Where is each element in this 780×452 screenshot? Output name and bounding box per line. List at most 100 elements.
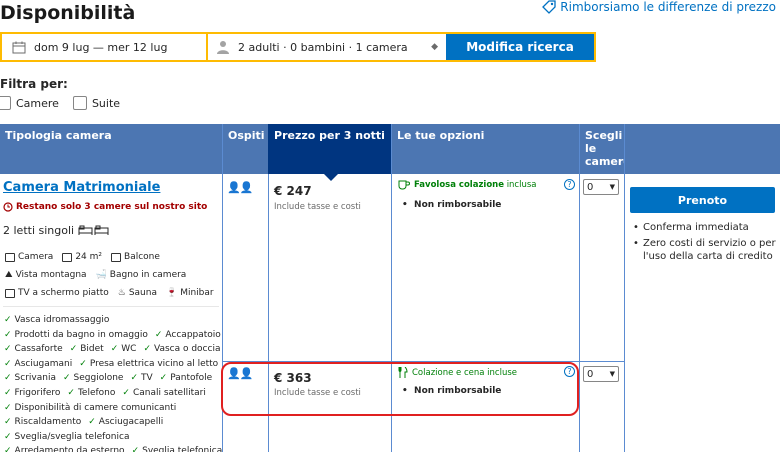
guests-text: 2 adulti · 0 bambini · 1 camera [238,40,408,54]
amenity-item: ✓ Disponibilità di camere comunicanti [4,403,176,413]
urgency-text: Restano solo 3 camere sul nostro sito [16,202,208,212]
checkmark-icon: ✓ [154,329,163,340]
amenity-item: ✓ Scrivania [4,373,56,383]
filter-label: Filtra per: [0,77,68,91]
facility-tv: TV a schermo piatto [5,288,109,298]
facility-bathroom: 🛁 Bagno in camera [95,270,187,280]
checkmark-icon: ✓ [62,373,71,384]
bath-icon: 🛁 [95,270,107,280]
modify-search-button[interactable]: Modifica ricerca [446,34,594,60]
amenity-label: Presa elettrica vicino al letto [89,358,219,369]
amenity-item: ✓ TV [130,373,152,383]
amenity-row: ✓ Riscaldamento ✓ Asciugacapelli [4,415,219,430]
minibar-icon: 🍷 [165,288,178,298]
column-divider [579,124,580,452]
checkmark-icon: ✓ [159,373,168,384]
calendar-icon [12,41,26,53]
filter-camere[interactable]: Camere [0,96,59,110]
checkmark-icon: ✓ [4,402,12,413]
amenity-item: ✓ WC [111,344,137,354]
amenity-item: ✓ Telefono [67,388,115,398]
amenity-item: ✓ Vasca o doccia [143,344,220,354]
amenity-label: Cassaforte [14,344,63,355]
checkbox[interactable] [72,96,87,110]
size-icon [62,252,73,262]
chevron-updown-icon: ◆ [431,42,438,52]
amenity-item: ✓ Presa elettrica vicino al letto [79,359,218,369]
info-icon[interactable]: ? [564,179,575,190]
price-match-link[interactable]: Rimborsiamo le differenze di prezzo [542,0,776,14]
sort-pointer-icon [324,174,338,181]
booking-benefits: Conferma immediata Zero costi di servizi… [633,221,778,266]
amenity-item: ✓ Riscaldamento [4,417,81,427]
checkmark-icon: ✓ [4,387,12,398]
room-name-link[interactable]: Camera Matrimoniale [3,180,160,195]
amenity-item: ✓ Asciugamani [4,359,72,369]
facility-balcony: Balcone [111,252,160,262]
header-choose: Scegli le camere [580,124,631,174]
amenity-row: ✓ Disponibilità di camere comunicanti [4,401,219,416]
facility-sauna: ♨ Sauna [117,288,157,298]
header-room-type: Tipologia camera [0,124,222,174]
checkbox[interactable] [0,96,11,110]
bed-label: 2 letti singoli [3,224,75,237]
checkmark-icon: ✓ [131,446,140,452]
checkmark-icon: ✓ [69,344,78,355]
amenity-item: ✓ Seggiolone [63,373,123,383]
amenity-label: Canali satellitari [132,387,206,398]
facility-row: ⛰ Vista montagna 🛁 Bagno in camera [5,270,186,280]
filter-suite[interactable]: Suite [72,96,120,110]
tag-icon [542,0,556,14]
rate2-room-select[interactable]: 0 ▼ [583,366,619,382]
amenity-row: ✓ Arredamento da esterno ✓ Sveglia telefoni… [4,444,223,452]
room-icon [5,252,15,262]
amenity-label: Riscaldamento [14,417,82,428]
amenity-label: Disponibilità di camere comunicanti [14,402,177,413]
single-bed-icon [78,225,109,235]
page-title: Disponibilità [0,2,136,24]
amenity-label: Asciugacapelli [98,417,164,428]
date-range-text: dom 9 lug — mer 12 lug [34,40,168,54]
tv-icon [5,288,15,298]
date-picker[interactable]: dom 9 lug — mer 12 lug [2,34,208,60]
facility-minibar: 🍷 Minibar [165,288,214,298]
amenity-row: ✓ Sveglia/sveglia telefonica [4,430,219,445]
amenity-label: WC [121,344,137,355]
price-match-label: Rimborsiamo le differenze di prezzo [560,0,776,14]
amenity-label: Prodotti da bagno in omaggio [14,329,148,340]
filter-camere-label: Camere [16,96,59,110]
header-book [625,124,780,174]
amenity-item: ✓ Frigorifero [4,388,60,398]
amenity-label: TV [141,373,153,384]
header-price[interactable]: Prezzo per 3 notti [268,124,391,174]
amenity-item: ✓ Arredamento da esterno [4,446,125,452]
amenity-item: ✓ Sveglia/sveglia telefonica [4,432,129,442]
checkmark-icon: ✓ [79,358,87,369]
amenity-row: ✓ Asciugamani ✓ Presa elettrica vicino al l… [4,357,219,372]
checkmark-icon: ✓ [130,373,139,384]
amenity-label: Telefono [77,387,116,398]
rate1-room-select[interactable]: 0 ▼ [583,179,619,195]
benefit-item: Zero costi di servizio o per l'uso della… [633,237,778,264]
column-divider [624,124,625,452]
guests-selector[interactable]: 2 adulti · 0 bambini · 1 camera ◆ [208,34,446,60]
amenity-label: Sveglia telefonica [142,446,223,452]
amenity-item: ✓ Accappatoio [155,330,221,340]
amenity-label: Scrivania [14,373,56,384]
amenity-item: ✓ Pantofole [160,373,213,383]
book-button[interactable]: Prenoto [630,187,775,213]
checkmark-icon: ✓ [4,315,12,325]
header-guests: Ospiti [223,124,268,174]
amenity-label: Vasca o doccia [153,344,221,355]
checkmark-icon: ✓ [4,358,12,369]
amenity-row: ✓ Cassaforte ✓ Bidet ✓ WC ✓ Vasca o doccia [4,342,220,357]
amenity-label: Seggiolone [73,373,124,384]
amenity-row: ✓ Prodotti da bagno in omaggio ✓ Accappatoi… [4,328,221,343]
amenity-item: ✓ Cassaforte [4,344,63,354]
amenity-label: Arredamento da esterno [14,446,125,452]
rate1-meal-bold: Favolosa colazione [414,180,504,190]
amenity-label: Asciugamani [14,358,73,369]
checkmark-icon: ✓ [110,344,119,355]
facility-size: 24 m² [62,252,102,262]
rate1-policy: • Non rimborsabile [402,200,502,210]
